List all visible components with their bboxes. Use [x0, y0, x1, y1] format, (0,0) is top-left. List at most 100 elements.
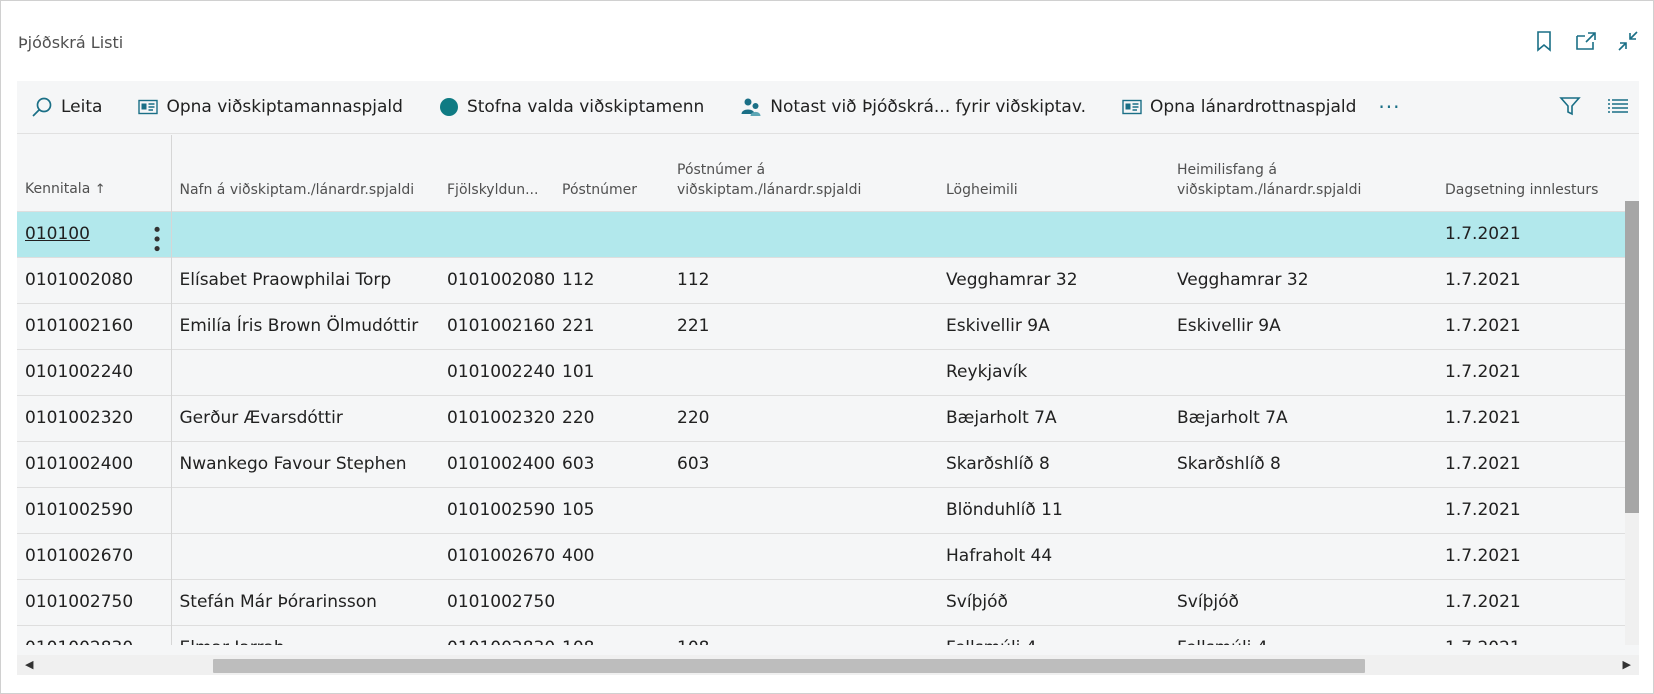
- cell-card-address[interactable]: Svíþjóð: [1169, 578, 1437, 625]
- cell-card-address[interactable]: Eskivellir 9A: [1169, 302, 1437, 349]
- horizontal-scroll-thumb[interactable]: [213, 659, 1365, 673]
- search-action[interactable]: Leita: [31, 96, 102, 118]
- cell-import-date[interactable]: 1.7.2021: [1437, 210, 1625, 257]
- cell-card-postal-code[interactable]: [669, 486, 938, 533]
- column-header-postal-code[interactable]: Póstnúmer: [554, 135, 669, 211]
- list-view-icon[interactable]: [1607, 95, 1629, 117]
- cell-kennitala[interactable]: 0101002160: [17, 302, 172, 349]
- cell-postal-code[interactable]: 221: [554, 302, 669, 349]
- cell-card-postal-code[interactable]: 221: [669, 302, 938, 349]
- cell-card-address[interactable]: Vegghamrar 32: [1169, 256, 1437, 303]
- table-row[interactable]: 0101002830 Elmar Jarrah 0101002830 108 108 Fe…: [17, 624, 1625, 645]
- cell-family-number[interactable]: 0101002080: [439, 256, 554, 303]
- cell-card-postal-code[interactable]: 108: [669, 624, 938, 645]
- cell-kennitala[interactable]: 0101002080: [17, 256, 172, 303]
- cell-family-number[interactable]: 0101002830: [439, 624, 554, 645]
- column-header-card-postal-code[interactable]: Póstnúmer á viðskiptam./lánardr.spjaldi: [669, 135, 938, 211]
- cell-card-postal-code[interactable]: 220: [669, 394, 938, 441]
- cell-kennitala[interactable]: 010100 •••: [17, 210, 172, 257]
- cell-legal-residence[interactable]: Hafraholt 44: [938, 532, 1169, 579]
- open-vendor-card-action[interactable]: Opna lánardrottnaspjald: [1122, 97, 1356, 117]
- open-new-window-icon[interactable]: [1575, 29, 1597, 53]
- cell-kennitala[interactable]: 0101002830: [17, 624, 172, 645]
- table-row[interactable]: 0101002320 Gerður Ævarsdóttir 0101002320 22…: [17, 394, 1625, 441]
- cell-import-date[interactable]: 1.7.2021: [1437, 532, 1625, 579]
- cell-name[interactable]: [171, 486, 439, 533]
- cell-name[interactable]: Elísabet Praowphilai Torp: [171, 256, 439, 303]
- cell-name[interactable]: Emilía Íris Brown Ölmudóttir: [171, 302, 439, 349]
- column-header-legal-residence[interactable]: Lögheimili: [938, 135, 1169, 211]
- cell-card-address[interactable]: Bæjarholt 7A: [1169, 394, 1437, 441]
- cell-card-postal-code[interactable]: 112: [669, 256, 938, 303]
- table-row[interactable]: 0101002160 Emilía Íris Brown Ölmudóttir 01…: [17, 302, 1625, 349]
- column-header-import-date[interactable]: Dagsetning innlesturs: [1437, 135, 1625, 211]
- cell-legal-residence[interactable]: Eskivellir 9A: [938, 302, 1169, 349]
- cell-legal-residence[interactable]: Reykjavík: [938, 348, 1169, 395]
- cell-family-number[interactable]: 0101002160: [439, 302, 554, 349]
- cell-card-address[interactable]: [1169, 210, 1437, 257]
- column-header-family-number[interactable]: Fjölskyldun...: [439, 135, 554, 211]
- cell-kennitala[interactable]: 0101002400: [17, 440, 172, 487]
- vertical-scroll-thumb[interactable]: [1625, 201, 1639, 513]
- cell-kennitala[interactable]: 0101002590: [17, 486, 172, 533]
- cell-kennitala[interactable]: 0101002320: [17, 394, 172, 441]
- cell-card-postal-code[interactable]: [669, 210, 938, 257]
- cell-family-number[interactable]: 0101002590: [439, 486, 554, 533]
- cell-postal-code[interactable]: 400: [554, 532, 669, 579]
- cell-name[interactable]: Elmar Jarrah: [171, 624, 439, 645]
- cell-family-number[interactable]: 0101002670: [439, 532, 554, 579]
- cell-postal-code[interactable]: 603: [554, 440, 669, 487]
- cell-card-address[interactable]: [1169, 486, 1437, 533]
- cell-card-postal-code[interactable]: [669, 578, 938, 625]
- cell-legal-residence[interactable]: [938, 210, 1169, 257]
- cell-card-address[interactable]: Skarðshlíð 8: [1169, 440, 1437, 487]
- bookmark-icon[interactable]: [1533, 29, 1555, 53]
- column-header-name[interactable]: Nafn á viðskiptam./lánardr.spjaldi: [171, 135, 439, 211]
- cell-postal-code[interactable]: 101: [554, 348, 669, 395]
- cell-legal-residence[interactable]: Vegghamrar 32: [938, 256, 1169, 303]
- table-row[interactable]: 0101002240 0101002240 101 Reykjavík 1.7.2021: [17, 348, 1625, 395]
- cell-card-address[interactable]: [1169, 532, 1437, 579]
- filter-icon[interactable]: [1559, 95, 1581, 117]
- cell-import-date[interactable]: 1.7.2021: [1437, 486, 1625, 533]
- cell-kennitala[interactable]: 0101002240: [17, 348, 172, 395]
- table-row[interactable]: 0101002080 Elísabet Praowphilai Torp 01010…: [17, 256, 1625, 303]
- scroll-right-arrow-icon[interactable]: ▶: [1623, 658, 1631, 671]
- cell-family-number[interactable]: [439, 210, 554, 257]
- cell-import-date[interactable]: 1.7.2021: [1437, 440, 1625, 487]
- cell-kennitala[interactable]: 0101002750: [17, 578, 172, 625]
- kennitala-link[interactable]: 010100: [25, 224, 90, 244]
- cell-family-number[interactable]: 0101002750: [439, 578, 554, 625]
- cell-name[interactable]: [171, 532, 439, 579]
- table-row[interactable]: 010100 ••• 1.7.2021: [17, 210, 1625, 257]
- vertical-scrollbar[interactable]: [1625, 201, 1639, 645]
- horizontal-scrollbar[interactable]: ◀ ▶: [17, 655, 1639, 675]
- more-actions-button[interactable]: ···: [1378, 95, 1400, 119]
- cell-legal-residence[interactable]: Blönduhlíð 11: [938, 486, 1169, 533]
- cell-family-number[interactable]: 0101002400: [439, 440, 554, 487]
- cell-card-postal-code[interactable]: [669, 532, 938, 579]
- use-registry-action[interactable]: Notast við Þjóðskrá... fyrir viðskiptav.: [740, 97, 1086, 117]
- cell-import-date[interactable]: 1.7.2021: [1437, 394, 1625, 441]
- cell-postal-code[interactable]: [554, 210, 669, 257]
- cell-import-date[interactable]: 1.7.2021: [1437, 256, 1625, 303]
- cell-name[interactable]: [171, 348, 439, 395]
- row-menu-icon[interactable]: •••: [146, 224, 167, 253]
- cell-import-date[interactable]: 1.7.2021: [1437, 624, 1625, 645]
- cell-legal-residence[interactable]: Svíþjóð: [938, 578, 1169, 625]
- cell-card-address[interactable]: Fellsmúli 4: [1169, 624, 1437, 645]
- table-row[interactable]: 0101002670 0101002670 400 Hafraholt 44 1.7.2…: [17, 532, 1625, 579]
- cell-name[interactable]: Stefán Már Þórarinsson: [171, 578, 439, 625]
- cell-postal-code[interactable]: 105: [554, 486, 669, 533]
- cell-family-number[interactable]: 0101002320: [439, 394, 554, 441]
- cell-name[interactable]: Gerður Ævarsdóttir: [171, 394, 439, 441]
- table-row[interactable]: 0101002400 Nwankego Favour Stephen 0101002…: [17, 440, 1625, 487]
- cell-card-address[interactable]: [1169, 348, 1437, 395]
- cell-legal-residence[interactable]: Skarðshlíð 8: [938, 440, 1169, 487]
- cell-postal-code[interactable]: 108: [554, 624, 669, 645]
- cell-import-date[interactable]: 1.7.2021: [1437, 578, 1625, 625]
- cell-name[interactable]: [171, 210, 439, 257]
- cell-import-date[interactable]: 1.7.2021: [1437, 302, 1625, 349]
- cell-family-number[interactable]: 0101002240: [439, 348, 554, 395]
- create-customers-action[interactable]: Stofna valda viðskiptamenn: [439, 97, 704, 117]
